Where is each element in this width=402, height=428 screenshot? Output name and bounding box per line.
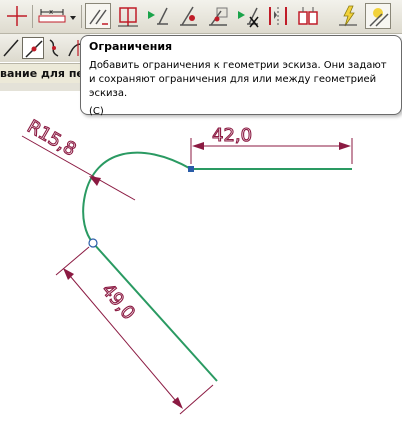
line-button[interactable]	[0, 37, 22, 59]
fixed-constraint-button[interactable]	[115, 3, 141, 29]
radius-leader-line	[21, 135, 136, 201]
equal-constraint-icon	[298, 7, 318, 25]
spline-icon	[49, 39, 59, 57]
tangent-point-marker[interactable]	[88, 238, 98, 248]
point-on-curve-button[interactable]	[22, 37, 44, 59]
sketch-toolbar	[0, 34, 90, 62]
dimension-value-radius[interactable]: R15,8	[23, 116, 80, 162]
spline-button[interactable]	[44, 37, 66, 59]
constraints-tooltip: Ограничения Добавить ограничения к геоме…	[80, 35, 402, 117]
delete-constraint-icon	[238, 7, 259, 28]
tangent-constraint-icon	[180, 6, 197, 26]
slanted-line[interactable]	[92, 242, 218, 382]
endpoint-marker[interactable]	[188, 166, 194, 172]
parallel-constraint-button[interactable]	[205, 3, 231, 29]
line-icon	[3, 39, 19, 57]
toolbar-separator	[32, 5, 33, 28]
command-prompt-text: вание для пер	[0, 67, 90, 80]
crosshair-button[interactable]	[4, 3, 30, 29]
point-on-curve-icon	[25, 40, 43, 58]
sketch-geometry[interactable]	[82, 151, 352, 382]
svg-text:x: x	[49, 8, 53, 16]
crosshair-icon	[7, 6, 27, 26]
auto-constraint-button[interactable]	[335, 3, 361, 29]
arrowhead-left	[192, 142, 204, 150]
constraint-icon	[89, 9, 108, 25]
delete-constraint-button[interactable]	[235, 3, 261, 29]
dimension-dropdown-button[interactable]	[68, 3, 78, 29]
tooltip-body: Добавить ограничения к геометрии эскиза.…	[89, 60, 387, 99]
dimension-value-horizontal[interactable]: 42,0	[211, 124, 252, 146]
dimension-icon: x	[38, 8, 66, 23]
auto-constraint-icon	[339, 5, 357, 27]
extension-line-start	[55, 246, 90, 276]
dropdown-arrow-icon	[70, 16, 76, 20]
tooltip-note: (C)	[89, 106, 104, 117]
command-prompt: вание для пер	[0, 63, 90, 84]
perpendicular-constraint-button[interactable]	[145, 3, 171, 29]
arc-segment[interactable]	[82, 151, 192, 244]
dimension-horizontal[interactable]: 42,0	[190, 124, 353, 164]
perpendicular-constraint-icon	[148, 7, 168, 25]
show-constraints-icon	[369, 8, 389, 27]
toolbar-separator	[81, 5, 82, 28]
dimension-button[interactable]: x	[36, 3, 68, 29]
show-constraints-button[interactable]	[365, 3, 391, 29]
dimension-radius[interactable]: R15,8	[21, 116, 136, 201]
tooltip-title: Ограничения	[89, 40, 173, 53]
main-toolbar: x	[0, 0, 402, 34]
radius-arrowhead	[89, 176, 101, 186]
canvas-border	[0, 83, 90, 91]
symmetric-constraint-button[interactable]	[265, 3, 291, 29]
parallel-constraint-icon	[209, 7, 228, 26]
arrowhead-right	[339, 142, 351, 150]
dimension-linear[interactable]: 49,0	[55, 246, 214, 415]
fixed-constraint-icon	[118, 7, 138, 27]
equal-constraint-button[interactable]	[295, 3, 321, 29]
tangent-constraint-button[interactable]	[175, 3, 201, 29]
symmetric-constraint-icon	[269, 7, 287, 25]
extension-line-end	[179, 384, 214, 415]
constraints-button[interactable]	[85, 3, 111, 29]
